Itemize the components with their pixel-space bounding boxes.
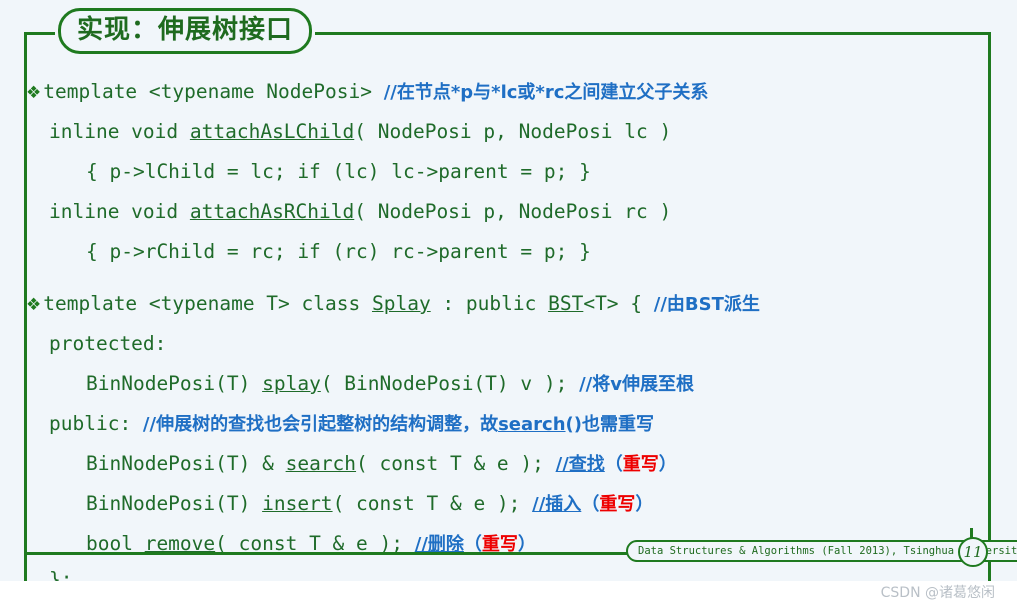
code-comment-paren: （ (604, 454, 623, 475)
code-line-9: public: //伸展树的查找也会引起整树的结构调整，故search()也需重… (26, 404, 991, 444)
code-text: : public (430, 292, 549, 315)
code-comment: //伸展树的查找也会引起整树的结构调整，故 (142, 414, 499, 435)
code-identifier: attachAsLChild (189, 120, 355, 143)
code-identifier: attachAsRChild (189, 200, 355, 223)
code-comment-highlight: 重写 (622, 454, 659, 475)
code-text: ( NodePosi p, NodePosi rc ) (354, 200, 672, 223)
code-comment: ()也需重写 (565, 414, 654, 435)
code-text: BinNodePosi(T) (86, 372, 263, 395)
code-identifier: insert (262, 492, 333, 515)
slide-bottom-band (0, 581, 1017, 608)
code-identifier: Splay (371, 292, 431, 315)
code-comment-paren: ） (658, 454, 677, 475)
code-comment: //由BST派生 (653, 294, 760, 315)
code-comment-highlight: 重写 (599, 494, 636, 515)
code-text: BinNodePosi(T) & (86, 452, 286, 475)
code-line-1: ❖ template <typename NodePosi> //在节点*p与*l… (26, 72, 991, 112)
code-text: template <typename NodePosi> (43, 80, 384, 103)
code-text: public: (49, 412, 143, 435)
code-comment: //查找 (555, 454, 605, 475)
code-line-8: BinNodePosi(T) splay( BinNodePosi(T) v )… (26, 364, 991, 404)
code-line-2: inline void attachAsLChild( NodePosi p, … (26, 112, 991, 152)
code-text: protected: (49, 332, 167, 355)
code-comment: //插入 (532, 494, 582, 515)
code-comment: //将v伸展至根 (579, 374, 694, 395)
code-line-4: inline void attachAsRChild( NodePosi p, … (26, 192, 991, 232)
bullet-diamond-icon: ❖ (26, 83, 42, 103)
code-identifier: splay (262, 372, 321, 395)
code-text: ( NodePosi p, NodePosi lc ) (354, 120, 672, 143)
code-comment-identifier: search (498, 414, 566, 435)
slide-canvas: 实现：伸展树接口 ❖ template <typename NodePosi> /… (0, 0, 1017, 608)
code-comment-paren: （ (581, 494, 600, 515)
code-text: template <typename T> class (43, 292, 372, 315)
code-line-5: { p->rChild = rc; if (rc) rc->parent = p… (26, 232, 991, 272)
code-line-10: BinNodePosi(T) & search( const T & e ); … (26, 444, 991, 484)
code-text: ( const T & e ); (332, 492, 533, 515)
code-text: { p->rChild = rc; if (rc) rc->parent = p… (86, 240, 591, 263)
bullet-diamond-icon: ❖ (26, 295, 42, 315)
code-text: ( const T & e ); (356, 452, 556, 475)
code-text: inline void (49, 200, 190, 223)
footer-divider-left (24, 552, 628, 555)
code-text: BinNodePosi(T) (86, 492, 263, 515)
code-text: { p->lChild = lc; if (lc) lc->parent = p… (86, 160, 591, 183)
code-text: ( BinNodePosi(T) v ); (320, 372, 580, 395)
page-number-badge: 11 (958, 537, 988, 567)
code-identifier: search (285, 452, 357, 475)
code-comment: //在节点*p与*lc或*rc之间建立父子关系 (383, 82, 709, 103)
code-identifier: BST (548, 292, 584, 315)
code-text: inline void (49, 120, 190, 143)
code-comment-paren: ） (635, 494, 654, 515)
csdn-watermark: CSDN @诸葛悠闲 (880, 585, 995, 601)
code-line-7: protected: (26, 324, 991, 364)
code-block: ❖ template <typename NodePosi> //在节点*p与*l… (26, 72, 991, 564)
slide-title-badge: 实现：伸展树接口 (58, 8, 313, 54)
code-line-3: { p->lChild = lc; if (lc) lc->parent = p… (26, 152, 991, 192)
code-line-6: ❖ template <typename T> class Splay : pub… (26, 284, 991, 324)
code-line-11: BinNodePosi(T) insert( const T & e ); //… (26, 484, 991, 524)
code-text: <T> { (583, 292, 654, 315)
